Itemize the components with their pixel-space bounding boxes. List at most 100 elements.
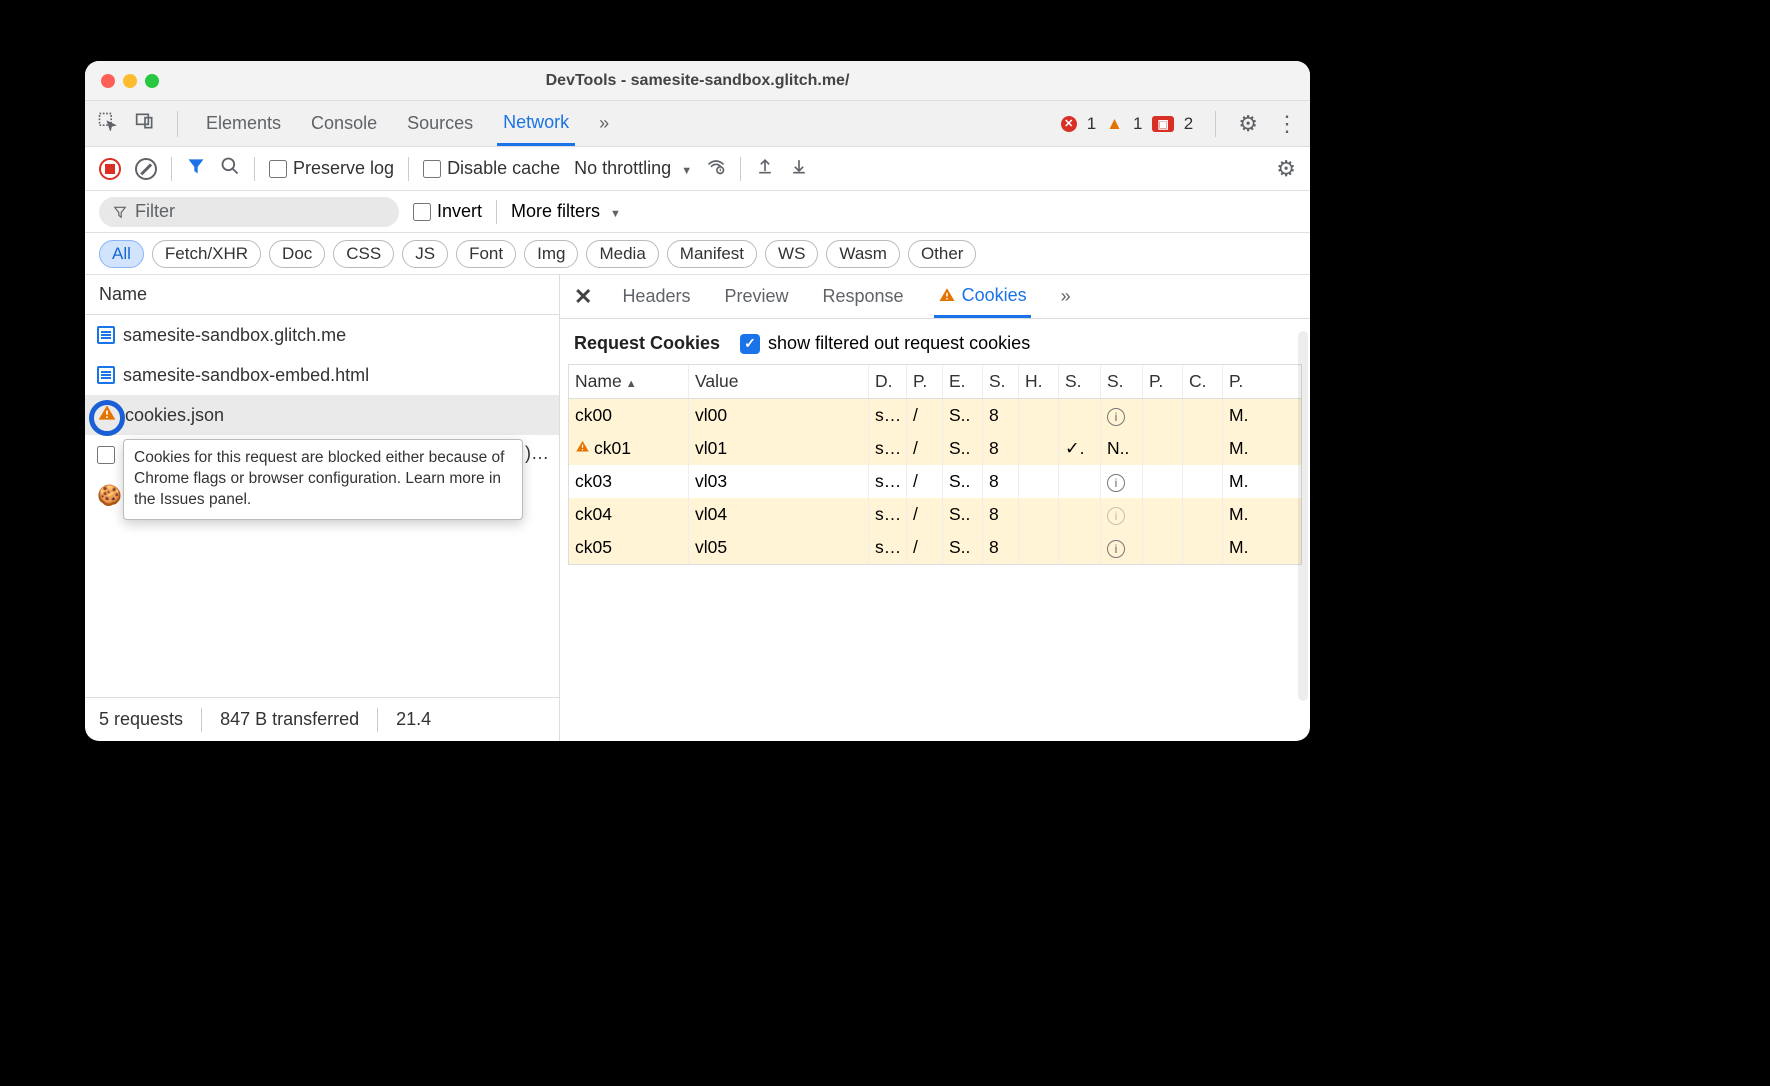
issues-summary[interactable]: ✕ 1 ▲ 1 ▣ 2 xyxy=(1061,114,1194,134)
chip-fetch-xhr[interactable]: Fetch/XHR xyxy=(152,240,261,268)
preserve-log-input[interactable] xyxy=(269,160,287,178)
cell-partitionkey xyxy=(1143,432,1183,465)
cell-name: ck00 xyxy=(569,399,689,432)
close-window-button[interactable] xyxy=(101,74,115,88)
chip-doc[interactable]: Doc xyxy=(269,240,325,268)
col-expires[interactable]: E. xyxy=(943,365,983,398)
cell-samesite: N.. xyxy=(1101,432,1143,465)
request-list-header[interactable]: Name xyxy=(85,275,559,315)
cell-value: vl01 xyxy=(689,432,869,465)
request-row[interactable]: cookies.json xyxy=(85,395,559,435)
chip-manifest[interactable]: Manifest xyxy=(667,240,757,268)
clear-button[interactable] xyxy=(135,158,157,180)
funnel-small-icon xyxy=(113,205,127,219)
col-path[interactable]: P. xyxy=(907,365,943,398)
cookie-row[interactable]: ck03vl03s…/S..8iM. xyxy=(569,465,1301,498)
invert-checkbox[interactable]: Invert xyxy=(413,201,482,222)
download-har-icon[interactable] xyxy=(789,156,809,181)
cell-priority: M. xyxy=(1223,531,1257,564)
tab-more[interactable]: » xyxy=(593,101,615,146)
tab-console[interactable]: Console xyxy=(305,101,383,146)
upload-har-icon[interactable] xyxy=(755,156,775,181)
cell-priority: M. xyxy=(1223,432,1257,465)
truncated-indicator: )… xyxy=(525,443,549,464)
cell-samesite: i xyxy=(1101,498,1143,531)
cell-priority: M. xyxy=(1223,498,1257,531)
request-checkbox[interactable] xyxy=(97,446,115,464)
col-crosssite[interactable]: C. xyxy=(1183,365,1223,398)
tab-cookies[interactable]: Cookies xyxy=(934,275,1031,318)
more-filters-dropdown[interactable]: More filters xyxy=(511,201,621,222)
col-name[interactable]: Name▲ xyxy=(569,365,689,398)
network-conditions-icon[interactable] xyxy=(706,156,726,181)
chip-font[interactable]: Font xyxy=(456,240,516,268)
col-domain[interactable]: D. xyxy=(869,365,907,398)
transferred-size: 847 B transferred xyxy=(220,709,359,730)
chip-other[interactable]: Other xyxy=(908,240,977,268)
tab-response[interactable]: Response xyxy=(819,275,908,318)
cell-expires: S.. xyxy=(943,432,983,465)
disable-cache-input[interactable] xyxy=(423,160,441,178)
cell-path: / xyxy=(907,399,943,432)
type-filter-chips: All Fetch/XHR Doc CSS JS Font Img Media … xyxy=(85,233,1310,275)
throttling-select[interactable]: No throttling xyxy=(574,158,692,179)
network-toolbar: Preserve log Disable cache No throttling… xyxy=(85,147,1310,191)
content-split: Name samesite-sandbox.glitch.me samesite… xyxy=(85,275,1310,741)
scrollbar[interactable] xyxy=(1298,331,1308,701)
maximize-window-button[interactable] xyxy=(145,74,159,88)
invert-input[interactable] xyxy=(413,203,431,221)
device-toggle-icon[interactable] xyxy=(135,111,155,136)
disable-cache-checkbox[interactable]: Disable cache xyxy=(423,158,560,179)
cell-secure xyxy=(1059,399,1101,432)
close-detail-button[interactable]: ✕ xyxy=(574,284,592,310)
col-size[interactable]: S. xyxy=(983,365,1019,398)
filter-placeholder: Filter xyxy=(135,201,175,222)
tab-network[interactable]: Network xyxy=(497,101,575,146)
minimize-window-button[interactable] xyxy=(123,74,137,88)
col-partitionkey[interactable]: P. xyxy=(1143,365,1183,398)
cookie-row[interactable]: ck01vl01s…/S..8✓.N..M. xyxy=(569,432,1301,465)
request-row[interactable]: samesite-sandbox.glitch.me xyxy=(85,315,559,355)
tab-headers[interactable]: Headers xyxy=(618,275,694,318)
col-value[interactable]: Value xyxy=(689,365,869,398)
inspect-icon[interactable] xyxy=(97,111,117,137)
cookie-row[interactable]: ck04vl04s…/S..8iM. xyxy=(569,498,1301,531)
col-priority[interactable]: P. xyxy=(1223,365,1257,398)
chip-wasm[interactable]: Wasm xyxy=(826,240,900,268)
cell-secure: ✓. xyxy=(1059,432,1101,465)
chip-css[interactable]: CSS xyxy=(333,240,394,268)
col-httponly[interactable]: H. xyxy=(1019,365,1059,398)
tab-preview[interactable]: Preview xyxy=(720,275,792,318)
chip-media[interactable]: Media xyxy=(586,240,658,268)
kebab-menu-icon[interactable]: ⋮ xyxy=(1276,111,1298,137)
chip-js[interactable]: JS xyxy=(402,240,448,268)
tab-elements[interactable]: Elements xyxy=(200,101,287,146)
request-cookies-heading: Request Cookies xyxy=(574,333,720,354)
panel-settings-icon[interactable]: ⚙ xyxy=(1276,156,1296,182)
tab-sources[interactable]: Sources xyxy=(401,101,479,146)
record-button[interactable] xyxy=(99,158,121,180)
tab-more[interactable]: » xyxy=(1057,275,1075,318)
cookie-table-header[interactable]: Name▲ Value D. P. E. S. H. S. S. P. C. P… xyxy=(569,365,1301,399)
cookie-row[interactable]: ck00vl00s…/S..8iM. xyxy=(569,399,1301,432)
chip-ws[interactable]: WS xyxy=(765,240,818,268)
col-samesite[interactable]: S. xyxy=(1101,365,1143,398)
preserve-log-checkbox[interactable]: Preserve log xyxy=(269,158,394,179)
blocked-cookies-tooltip: Cookies for this request are blocked eit… xyxy=(123,439,523,520)
chip-img[interactable]: Img xyxy=(524,240,578,268)
filter-input[interactable]: Filter xyxy=(99,197,399,227)
settings-icon[interactable]: ⚙ xyxy=(1238,111,1258,137)
search-icon[interactable] xyxy=(220,156,240,182)
cell-name: ck04 xyxy=(569,498,689,531)
cell-size: 8 xyxy=(983,465,1019,498)
show-filtered-checkbox[interactable]: ✓ show filtered out request cookies xyxy=(740,333,1030,354)
cell-partitionkey xyxy=(1143,531,1183,564)
cookie-row[interactable]: ck05vl05s…/S..8iM. xyxy=(569,531,1301,564)
filter-toggle-icon[interactable] xyxy=(186,156,206,182)
request-list[interactable]: samesite-sandbox.glitch.me samesite-sand… xyxy=(85,315,559,697)
cell-domain: s… xyxy=(869,498,907,531)
col-secure[interactable]: S. xyxy=(1059,365,1101,398)
document-icon xyxy=(97,326,115,344)
chip-all[interactable]: All xyxy=(99,240,144,268)
request-row[interactable]: samesite-sandbox-embed.html xyxy=(85,355,559,395)
